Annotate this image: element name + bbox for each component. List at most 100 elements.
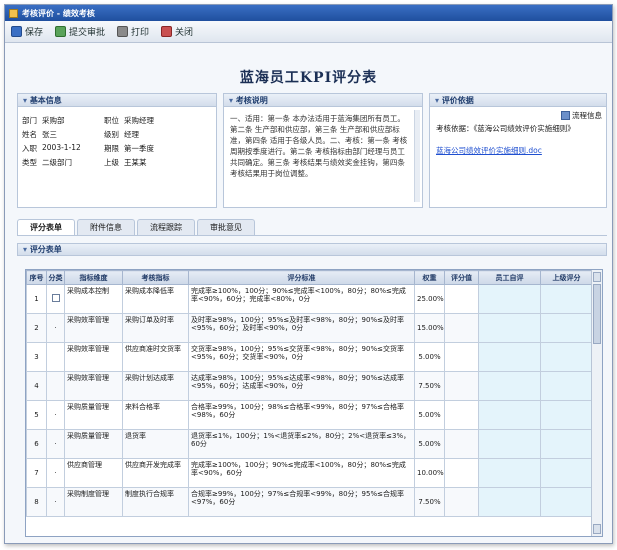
score-section-header[interactable]: 评分表单 xyxy=(17,243,607,256)
table-row[interactable]: 6 · 采购质量管理 退货率 退货率≤1%，100分；1%<退货率≤2%，80分… xyxy=(26,429,593,459)
col-header[interactable]: 分类 xyxy=(46,270,65,285)
table-row[interactable]: 3 采购效率管理 供应商准时交货率 交货率≥98%，100分；95%≤交货率<9… xyxy=(26,342,593,372)
eval-doc-label: 考核依据： xyxy=(436,124,474,133)
info-value: 张三 xyxy=(42,130,57,139)
manager-score-input[interactable] xyxy=(540,458,593,488)
scroll-down-arrow-icon[interactable] xyxy=(593,524,601,534)
print-icon xyxy=(117,26,129,37)
info-value: 王某某 xyxy=(124,158,147,167)
table-body: 1 采购成本控制 采购成本降低率 完成率≥100%，100分；90%≤完成率<1… xyxy=(26,284,593,517)
self-score-input[interactable] xyxy=(478,371,541,401)
cell-weight: 7.50% xyxy=(414,487,445,517)
scroll-up-arrow-icon[interactable] xyxy=(593,272,601,282)
cell-select[interactable] xyxy=(46,284,65,314)
tab-flow-tracking[interactable]: 流程跟踪 xyxy=(137,219,195,235)
col-header[interactable]: 评分标准 xyxy=(188,270,415,285)
col-header[interactable]: 序号 xyxy=(26,270,47,285)
submit-label: 提交审批 xyxy=(69,28,106,38)
intro-text: 一、适用：第一条 本办法适用于蓝海集团所有员工。第二条 生产部和供应部，第三条 … xyxy=(230,114,408,178)
manager-score-input[interactable] xyxy=(540,400,593,430)
col-header[interactable]: 评分值 xyxy=(444,270,479,285)
manager-score-input[interactable] xyxy=(540,342,593,372)
cell-category: · xyxy=(46,429,65,459)
manager-score-input[interactable] xyxy=(540,313,593,343)
manager-score-input[interactable] xyxy=(540,371,593,401)
manager-score-input[interactable] xyxy=(540,487,593,517)
app-icon xyxy=(9,8,18,18)
flow-icon xyxy=(561,111,570,120)
col-header[interactable]: 考核指标 xyxy=(122,270,189,285)
col-header[interactable]: 权重 xyxy=(414,270,445,285)
main-content: 蓝海员工KPI评分表 基本信息 部门 采购部 职位 采购经理 姓名 张三 级别 … xyxy=(5,43,612,543)
save-button[interactable]: 保存 xyxy=(11,25,43,38)
self-score-input[interactable] xyxy=(478,487,541,517)
manager-score-input[interactable] xyxy=(540,284,593,314)
cell-weight: 5.00% xyxy=(414,429,445,459)
table-row[interactable]: 5 · 采购质量管理 来料合格率 合格率≥99%，100分；98%≤合格率<99… xyxy=(26,400,593,430)
app-window: 考核评价 - 绩效考核 保存 提交审批 打印 关闭 蓝海员工KPI评分表 基本信… xyxy=(4,4,613,544)
cell-indicator: 退货率 xyxy=(122,429,189,459)
cell-index: 7 xyxy=(26,458,47,488)
info-label: 级别 xyxy=(104,130,119,139)
eval-doc-name: 《蓝海公司绩效评价实施细则》 xyxy=(473,124,575,133)
manager-score-input[interactable] xyxy=(540,429,593,459)
close-button[interactable]: 关闭 xyxy=(161,25,193,38)
score-table-container: 序号 分类 指标维度 考核指标 评分标准 权重 评分值 员工自评 上级评分 1 xyxy=(25,269,603,537)
table-row[interactable]: 4 采购效率管理 采购计划达成率 达成率≥98%，100分；95%≤达成率<98… xyxy=(26,371,593,401)
self-score-input[interactable] xyxy=(478,400,541,430)
tab-attachments[interactable]: 附件信息 xyxy=(77,219,135,235)
info-label: 部门 xyxy=(22,116,37,125)
col-header[interactable]: 上级评分 xyxy=(540,270,593,285)
flow-info-label: 流程信息 xyxy=(572,111,602,120)
self-score-input[interactable] xyxy=(478,342,541,372)
cell-criteria: 达成率≥98%，100分；95%≤达成率<98%，80分；90%≤达成率<95%… xyxy=(188,371,415,401)
col-header[interactable]: 指标维度 xyxy=(64,270,123,285)
table-row[interactable]: 8 · 采购制度管理 制度执行合规率 合规率≥99%，100分；97%≤合规率<… xyxy=(26,487,593,517)
intro-scrollbar[interactable] xyxy=(414,110,420,202)
eval-doc-link[interactable]: 蓝海公司绩效评价实施细则.doc xyxy=(436,146,542,155)
self-score-input[interactable] xyxy=(478,429,541,459)
toolbar: 保存 提交审批 打印 关闭 xyxy=(5,21,612,43)
table-row[interactable]: 7 · 供应商管理 供应商开发完成率 完成率≥100%，100分；90%≤完成率… xyxy=(26,458,593,488)
tab-bar: 评分表单 附件信息 流程跟踪 审批意见 xyxy=(17,219,257,235)
flow-info-button[interactable]: 流程信息 xyxy=(561,110,602,121)
info-value: 二级部门 xyxy=(42,158,72,167)
scroll-thumb[interactable] xyxy=(593,284,601,344)
row-checkbox[interactable] xyxy=(51,294,60,302)
info-label: 职位 xyxy=(104,116,119,125)
cell-dimension: 供应商管理 xyxy=(64,458,123,488)
table-scrollbar[interactable] xyxy=(591,270,602,536)
intro-header[interactable]: 考核说明 xyxy=(224,94,422,107)
cell-dimension: 采购质量管理 xyxy=(64,429,123,459)
col-header[interactable]: 员工自评 xyxy=(478,270,541,285)
table-row[interactable]: 2 · 采购效率管理 采购订单及时率 及时率≥98%，100分；95%≤及时率<… xyxy=(26,313,593,343)
window-title: 考核评价 - 绩效考核 xyxy=(22,8,95,18)
close-label: 关闭 xyxy=(175,28,194,38)
cell-category: · xyxy=(46,487,65,517)
submit-button[interactable]: 提交审批 xyxy=(55,25,105,38)
cell-indicator: 采购计划达成率 xyxy=(122,371,189,401)
cell-criteria: 交货率≥98%，100分；95%≤交货率<98%，80分；90%≤交货率<95%… xyxy=(188,342,415,372)
submit-icon xyxy=(55,26,67,37)
basic-info-panel: 基本信息 部门 采购部 职位 采购经理 姓名 张三 级别 经理 入职 2003-… xyxy=(17,93,217,208)
cell-score xyxy=(444,400,479,430)
eval-header[interactable]: 评价依据 xyxy=(430,94,606,107)
tab-approval[interactable]: 审批意见 xyxy=(197,219,255,235)
cell-dimension: 采购效率管理 xyxy=(64,371,123,401)
cell-category xyxy=(46,342,65,372)
self-score-input[interactable] xyxy=(478,313,541,343)
cell-index: 3 xyxy=(26,342,47,372)
self-score-input[interactable] xyxy=(478,458,541,488)
cell-criteria: 完成率≥100%，100分；90%≤完成率<100%，80分；80%≤完成率<9… xyxy=(188,284,415,314)
tab-score-form[interactable]: 评分表单 xyxy=(17,219,75,235)
tab-divider xyxy=(17,235,607,236)
cell-indicator: 来料合格率 xyxy=(122,400,189,430)
table-row[interactable]: 1 采购成本控制 采购成本降低率 完成率≥100%，100分；90%≤完成率<1… xyxy=(26,284,593,314)
eval-panel: 评价依据 流程信息 考核依据：《蓝海公司绩效评价实施细则》 蓝海公司绩效评价实施… xyxy=(429,93,607,208)
info-value: 采购部 xyxy=(42,116,65,125)
cell-score xyxy=(444,487,479,517)
self-score-input[interactable] xyxy=(478,284,541,314)
print-button[interactable]: 打印 xyxy=(117,25,149,38)
cell-weight: 5.00% xyxy=(414,342,445,372)
basic-info-header[interactable]: 基本信息 xyxy=(18,94,216,107)
